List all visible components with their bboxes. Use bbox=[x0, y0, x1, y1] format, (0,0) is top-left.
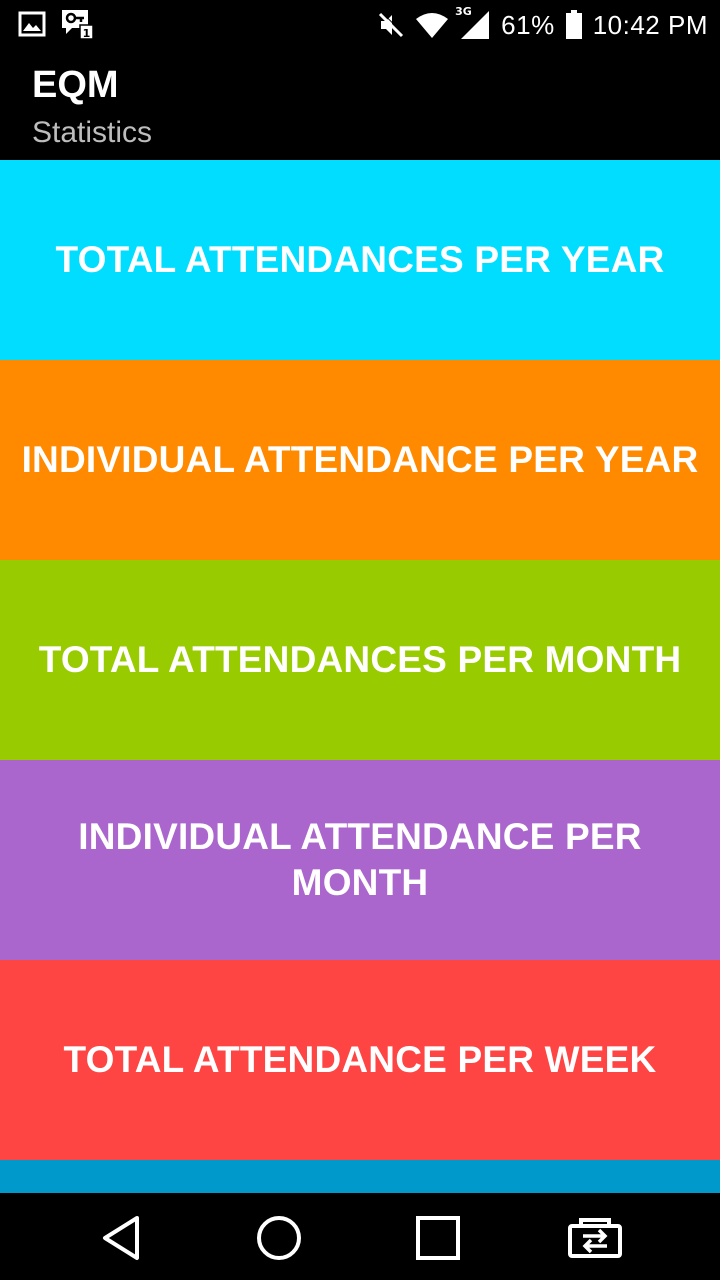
tile-total-attendances-per-year[interactable]: TOTAL ATTENDANCES PER YEAR bbox=[0, 160, 720, 360]
notification-icons: 1 bbox=[18, 8, 94, 40]
tile-label: TOTAL ATTENDANCES PER MONTH bbox=[38, 639, 682, 680]
status-bar: 1 3G 61% 10:42 PM bbox=[0, 0, 720, 50]
svg-text:1: 1 bbox=[83, 27, 91, 40]
screen: 1 3G 61% 10:42 PM EQM Statistics TOTAL A… bbox=[0, 0, 720, 1280]
tile-total-attendance-per-week[interactable]: TOTAL ATTENDANCE PER WEEK bbox=[0, 960, 720, 1160]
switch-app-button[interactable] bbox=[568, 1211, 622, 1265]
back-button[interactable] bbox=[94, 1211, 148, 1265]
navigation-bar bbox=[0, 1193, 720, 1280]
tile-label: TOTAL ATTENDANCES PER YEAR bbox=[55, 239, 665, 280]
tile-individual-attendance-per-month[interactable]: INDIVIDUAL ATTENDANCE PER MONTH bbox=[0, 760, 720, 960]
tile-individual-attendance-per-year[interactable]: INDIVIDUAL ATTENDANCE PER YEAR bbox=[0, 360, 720, 560]
recents-icon bbox=[414, 1214, 462, 1262]
statistics-menu: TOTAL ATTENDANCES PER YEAR INDIVIDUAL AT… bbox=[0, 160, 720, 1193]
tile-label: INDIVIDUAL ATTENDANCE PER YEAR bbox=[21, 439, 699, 480]
tile-label: INDIVIDUAL ATTENDANCE PER MONTH bbox=[78, 816, 642, 903]
tile-total-attendances-per-month[interactable]: TOTAL ATTENDANCES PER MONTH bbox=[0, 560, 720, 760]
tile-partially-visible[interactable] bbox=[0, 1160, 720, 1193]
app-bar: EQM Statistics bbox=[0, 50, 720, 160]
app-title: EQM bbox=[32, 64, 119, 106]
clock: 10:42 PM bbox=[592, 9, 708, 40]
system-indicators: 3G 61% 10:42 PM bbox=[377, 5, 708, 44]
back-icon bbox=[99, 1214, 143, 1262]
wifi-icon bbox=[415, 11, 449, 39]
battery-percent: 61% bbox=[501, 9, 555, 40]
app-subtitle: Statistics bbox=[32, 116, 153, 149]
mute-icon bbox=[377, 11, 405, 39]
network-type-label: 3G bbox=[455, 5, 472, 18]
battery-icon bbox=[565, 10, 583, 40]
switch-app-icon bbox=[567, 1216, 623, 1260]
gallery-icon bbox=[18, 11, 46, 37]
home-icon bbox=[255, 1214, 303, 1262]
tile-label: TOTAL ATTENDANCE PER WEEK bbox=[63, 1039, 657, 1080]
signal-icon: 3G bbox=[455, 5, 491, 41]
home-button[interactable] bbox=[252, 1211, 306, 1265]
recents-button[interactable] bbox=[411, 1211, 465, 1265]
vpn-key-icon: 1 bbox=[60, 8, 94, 40]
